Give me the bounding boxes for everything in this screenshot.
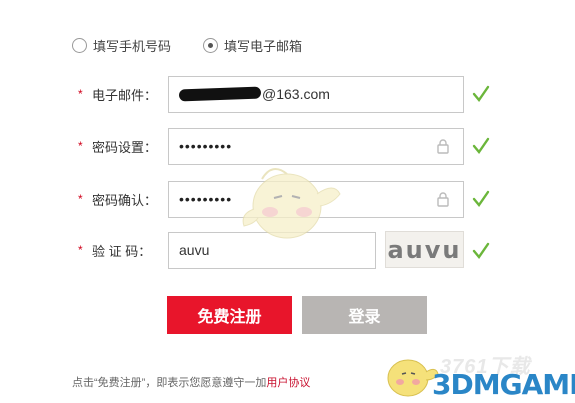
user-agreement-link[interactable]: 用户协议 bbox=[266, 377, 310, 389]
password-value: ••••••••• bbox=[179, 138, 233, 154]
radio-phone[interactable]: 填写手机号码 bbox=[72, 36, 171, 55]
lock-icon bbox=[437, 138, 449, 154]
check-icon bbox=[472, 137, 490, 154]
confirm-value: ••••••••• bbox=[179, 191, 233, 207]
terms-prefix: 点击“免费注册”，即表示您愿意遵守一加 bbox=[72, 377, 267, 389]
check-icon bbox=[472, 242, 490, 259]
watermark-mascot-icon bbox=[387, 359, 439, 397]
required-mark: * bbox=[78, 87, 83, 101]
radio-phone-circle[interactable] bbox=[72, 38, 87, 53]
radio-email-circle[interactable] bbox=[203, 38, 219, 53]
email-input[interactable]: @163.com bbox=[168, 75, 464, 113]
radio-phone-label[interactable]: 填写手机号码 bbox=[93, 36, 171, 55]
email-row: * 电子邮件： @163.com bbox=[78, 75, 464, 113]
captcha-label: 验 证 码： bbox=[92, 243, 152, 259]
captcha-image-text: auvu bbox=[387, 235, 462, 264]
required-mark: * bbox=[78, 139, 83, 153]
password-label: 密码设置： bbox=[92, 139, 158, 155]
required-mark: * bbox=[78, 192, 83, 206]
radio-email-label[interactable]: 填写电子邮箱 bbox=[224, 36, 302, 55]
mascot-watermark-icon bbox=[242, 168, 341, 239]
radio-email[interactable]: 填写电子邮箱 bbox=[203, 36, 302, 55]
email-value: @163.com bbox=[262, 86, 330, 102]
register-method-radio-group: 填写手机号码 填写电子邮箱 bbox=[72, 36, 302, 55]
check-icon bbox=[472, 85, 490, 102]
watermark-3dmgame-text: 3DMGAME bbox=[432, 368, 575, 401]
captcha-value: auvu bbox=[179, 242, 210, 258]
terms-text: 点击“免费注册”，即表示您愿意遵守一加用户协议 bbox=[72, 374, 310, 390]
lock-icon bbox=[437, 191, 449, 207]
captcha-image[interactable]: auvu bbox=[385, 231, 464, 268]
email-label: 电子邮件： bbox=[92, 87, 158, 103]
register-button[interactable]: 免费注册 bbox=[167, 296, 292, 334]
login-button[interactable]: 登录 bbox=[302, 296, 427, 334]
confirm-label: 密码确认： bbox=[92, 192, 158, 208]
redacted-mark bbox=[178, 86, 262, 102]
check-icon bbox=[472, 190, 490, 207]
required-mark: * bbox=[78, 243, 83, 257]
